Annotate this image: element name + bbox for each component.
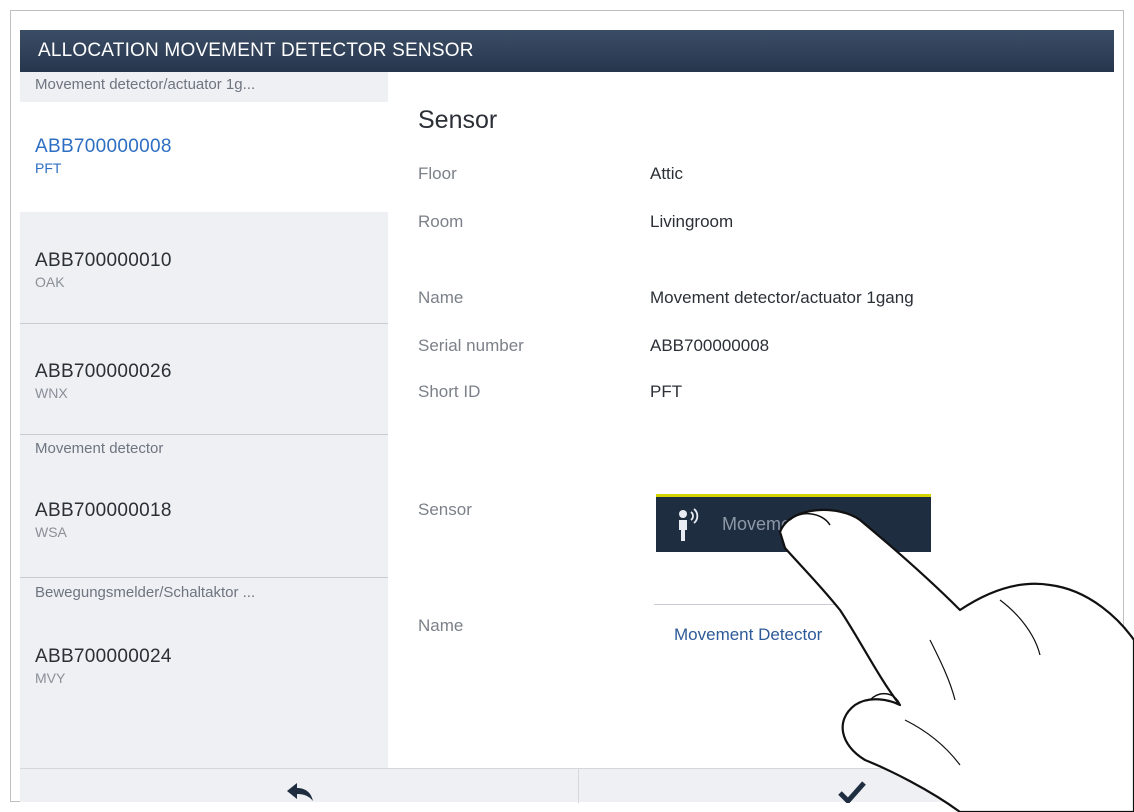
name-value: Movement detector/actuator 1gang <box>650 288 914 307</box>
device-code: ABB700000018 <box>35 500 172 521</box>
movement-detector-icon <box>674 507 708 564</box>
sidebar-item[interactable]: ABB700000010 OAK <box>20 212 388 324</box>
section-heading: Sensor <box>418 106 498 134</box>
group-label: Movement detector/actuator 1g... <box>35 76 256 93</box>
shortid-label: Short ID <box>418 382 481 401</box>
device-code: ABB700000008 <box>35 136 172 157</box>
serial-value: ABB700000008 <box>650 336 770 355</box>
sensor-name-field[interactable]: Movement Detector <box>654 604 954 656</box>
floor-value: Attic <box>650 164 684 183</box>
sidebar-item[interactable]: ABB700000024 MVY <box>20 610 388 720</box>
room-value: Livingroom <box>650 212 734 231</box>
checkmark-icon <box>838 781 866 803</box>
device-code: ABB700000026 <box>35 361 172 382</box>
group-label: Movement detector <box>35 440 164 457</box>
page-title: ALLOCATION MOVEMENT DETECTOR SENSOR <box>20 30 1114 72</box>
group-label: Bewegungsmelder/Schaltaktor ... <box>35 584 256 601</box>
sidebar-item[interactable]: ABB700000026 WNX <box>20 325 388 435</box>
device-code: ABB700000010 <box>35 250 172 271</box>
room-label: Room <box>418 212 464 231</box>
detail-panel: Sensor Floor Attic Room Livingroom Name … <box>388 72 1114 768</box>
sensor-label: Sensor <box>418 500 472 519</box>
sensor-name-value: Movement Detector <box>674 625 823 644</box>
back-arrow-icon <box>287 783 313 801</box>
serial-label: Serial number <box>418 336 524 355</box>
name-label: Name <box>418 288 464 307</box>
back-button[interactable] <box>20 769 578 803</box>
device-shortid: WSA <box>35 524 67 540</box>
sensor-button-label: Movement detec... <box>722 514 871 534</box>
bottom-bar <box>20 768 1114 803</box>
floor-label: Floor <box>418 164 457 183</box>
sidebar-item[interactable]: ABB700000018 WSA <box>20 466 388 578</box>
sidebar: Movement detector/actuator 1g... ABB7000… <box>20 72 388 768</box>
device-shortid: PFT <box>35 160 62 176</box>
confirm-button[interactable] <box>579 769 1114 803</box>
device-code: ABB700000024 <box>35 646 172 667</box>
device-shortid: MVY <box>35 670 66 686</box>
sidebar-item[interactable]: ABB700000008 PFT <box>20 102 388 212</box>
device-shortid: WNX <box>35 385 68 401</box>
sensor-select-button[interactable]: Movement detec... <box>656 494 931 552</box>
name2-label: Name <box>418 616 464 635</box>
shortid-value: PFT <box>650 382 683 401</box>
device-shortid: OAK <box>35 274 65 290</box>
